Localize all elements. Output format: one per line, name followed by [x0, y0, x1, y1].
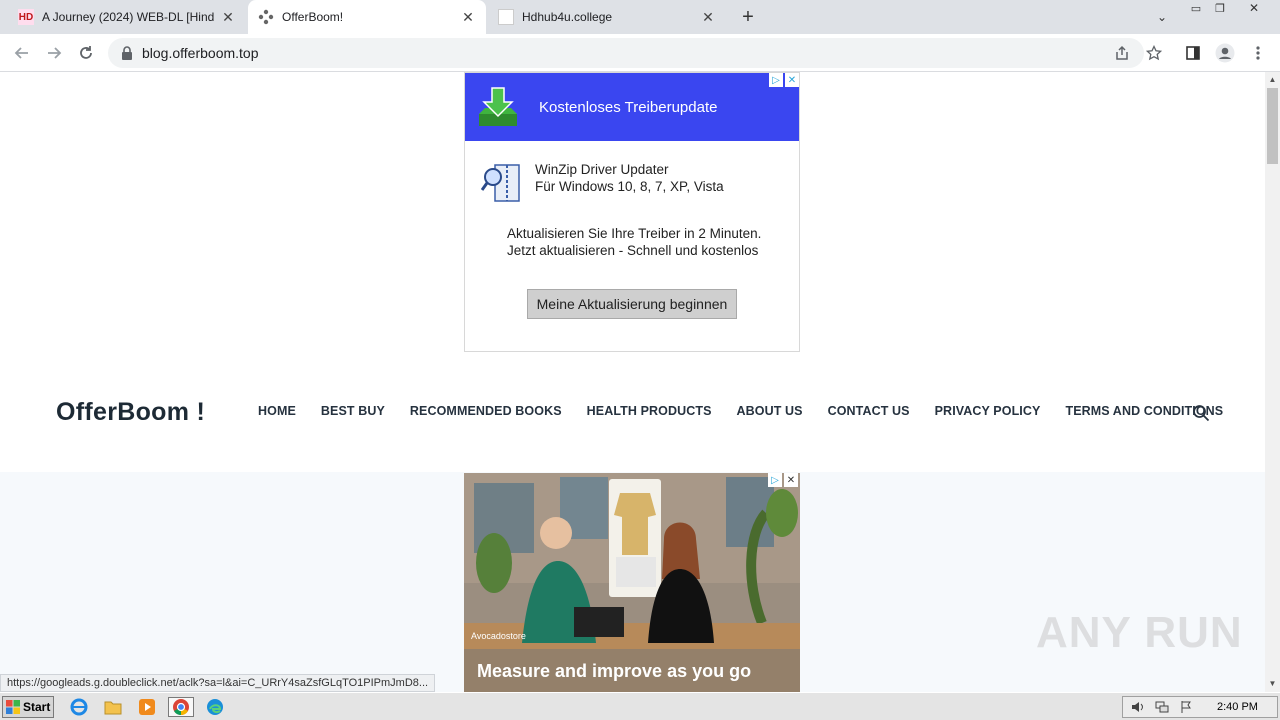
file-explorer-icon[interactable] — [102, 697, 124, 717]
nav-about-us[interactable]: ABOUT US — [737, 404, 803, 418]
adchoices-icon[interactable]: ▷ — [768, 473, 782, 487]
page-viewport: Kostenloses Treiberupdate ▷ ✕ WinZip Dri… — [0, 72, 1265, 692]
new-tab-button[interactable]: + — [736, 5, 760, 29]
ad-brand-label: Avocadostore — [471, 631, 526, 641]
ad-close-icon[interactable]: ✕ — [784, 473, 798, 487]
edge-icon[interactable] — [204, 697, 226, 717]
blank-favicon-icon — [498, 9, 514, 25]
url-text: blog.offerboom.top — [142, 45, 259, 61]
volume-icon[interactable] — [1129, 699, 1147, 715]
menu-kebab-icon[interactable] — [1246, 41, 1270, 65]
scroll-down-icon[interactable]: ▼ — [1265, 676, 1280, 691]
site-header: OfferBoom ! HOME BEST BUY RECOMMENDED BO… — [0, 372, 1265, 472]
windows-flag-icon — [6, 700, 20, 714]
close-icon[interactable]: ✕ — [220, 9, 236, 25]
nav-health-products[interactable]: HEALTH PRODUCTS — [587, 404, 712, 418]
close-window-button[interactable]: ✕ — [1242, 0, 1266, 16]
ad-product-name: WinZip Driver Updater — [535, 162, 669, 177]
action-center-flag-icon[interactable] — [1177, 699, 1195, 715]
scroll-thumb[interactable] — [1267, 88, 1278, 164]
hd-favicon-icon: HD — [18, 9, 34, 25]
tab-search-chevron-icon[interactable]: ⌄ — [1150, 5, 1174, 29]
ad-header-text: Kostenloses Treiberupdate — [539, 98, 718, 116]
browser-toolbar: blog.offerboom.top — [0, 34, 1280, 72]
system-tray: 2:40 PM — [1122, 696, 1278, 718]
browser-chrome: HD A Journey (2024) WEB-DL [Hindi (OF ✕ … — [0, 0, 1280, 72]
main-nav: HOME BEST BUY RECOMMENDED BOOKS HEALTH P… — [258, 404, 1248, 418]
winzip-magnifier-icon — [481, 164, 520, 202]
nav-best-buy[interactable]: BEST BUY — [321, 404, 385, 418]
nav-home[interactable]: HOME — [258, 404, 296, 418]
ad-desc-line: Aktualisieren Sie Ihre Treiber in 2 Minu… — [507, 226, 762, 241]
chrome-taskbar-icon[interactable] — [168, 697, 194, 717]
windows-taskbar: Start 2:40 PM — [0, 692, 1280, 720]
side-panel-icon[interactable] — [1181, 41, 1205, 65]
adchoices-icon[interactable]: ▷ — [769, 73, 783, 87]
close-icon[interactable]: ✕ — [460, 9, 476, 25]
ad-close-icon[interactable]: ✕ — [785, 73, 799, 87]
bookmark-star-icon[interactable] — [1142, 41, 1166, 65]
offerboom-favicon-icon — [258, 9, 274, 25]
start-label: Start — [23, 700, 51, 714]
scroll-up-icon[interactable]: ▲ — [1265, 72, 1280, 87]
restore-button[interactable]: ❐ — [1208, 0, 1232, 16]
start-button[interactable]: Start — [2, 696, 54, 718]
ad-product-os: Für Windows 10, 8, 7, XP, Vista — [535, 179, 724, 194]
tab-title: OfferBoom! — [282, 10, 344, 24]
profile-avatar-icon[interactable] — [1213, 41, 1237, 65]
ad-cta-button[interactable]: Meine Aktualisierung beginnen — [527, 289, 737, 319]
ad-product-row: WinZip Driver Updater Für Windows 10, 8,… — [481, 161, 724, 205]
close-icon[interactable]: ✕ — [700, 9, 716, 25]
link-status-bar: https://googleads.g.doubleclick.net/aclk… — [0, 674, 436, 692]
share-icon[interactable] — [1110, 41, 1134, 65]
search-icon[interactable] — [1192, 404, 1210, 422]
driver-update-ad[interactable]: Kostenloses Treiberupdate ▷ ✕ WinZip Dri… — [464, 72, 800, 352]
tab-title: A Journey (2024) WEB-DL [Hindi (OF — [42, 10, 214, 24]
ad-description: Aktualisieren Sie Ihre Treiber in 2 Minu… — [507, 225, 761, 259]
tab-offerboom[interactable]: OfferBoom! ✕ — [248, 0, 486, 34]
ad-header[interactable]: Kostenloses Treiberupdate — [465, 73, 799, 141]
avocadostore-ad[interactable]: Avocadostore Measure and improve as you … — [464, 473, 800, 692]
internet-explorer-icon[interactable] — [68, 697, 90, 717]
page-scrollbar[interactable]: ▲ ▼ — [1265, 72, 1280, 692]
ad-desc-line: Jetzt aktualisieren - Schnell und kosten… — [507, 243, 759, 258]
lock-icon[interactable] — [120, 46, 134, 60]
media-player-icon[interactable] — [136, 697, 158, 717]
ad-headline: Measure and improve as you go — [477, 661, 752, 681]
tab-hd-movie[interactable]: HD A Journey (2024) WEB-DL [Hindi (OF ✕ — [8, 0, 246, 34]
address-bar[interactable]: blog.offerboom.top — [108, 38, 1144, 68]
clock[interactable]: 2:40 PM — [1217, 701, 1258, 713]
forward-button[interactable] — [42, 41, 66, 65]
tab-title: Hdhub4u.college — [522, 10, 613, 24]
nav-contact-us[interactable]: CONTACT US — [828, 404, 910, 418]
back-button[interactable] — [10, 41, 34, 65]
site-logo[interactable]: OfferBoom ! — [56, 398, 205, 427]
tab-hdhub[interactable]: Hdhub4u.college ✕ — [488, 0, 726, 34]
reload-button[interactable] — [74, 41, 98, 65]
nav-recommended-books[interactable]: RECOMMENDED BOOKS — [410, 404, 562, 418]
tab-strip: HD A Journey (2024) WEB-DL [Hindi (OF ✕ … — [0, 0, 1280, 34]
download-icon — [479, 87, 517, 126]
minimize-button[interactable]: ▭ — [1184, 0, 1208, 16]
anyrun-watermark: ANY RUN — [1036, 608, 1243, 657]
nav-privacy-policy[interactable]: PRIVACY POLICY — [935, 404, 1041, 418]
network-icon[interactable] — [1153, 699, 1171, 715]
